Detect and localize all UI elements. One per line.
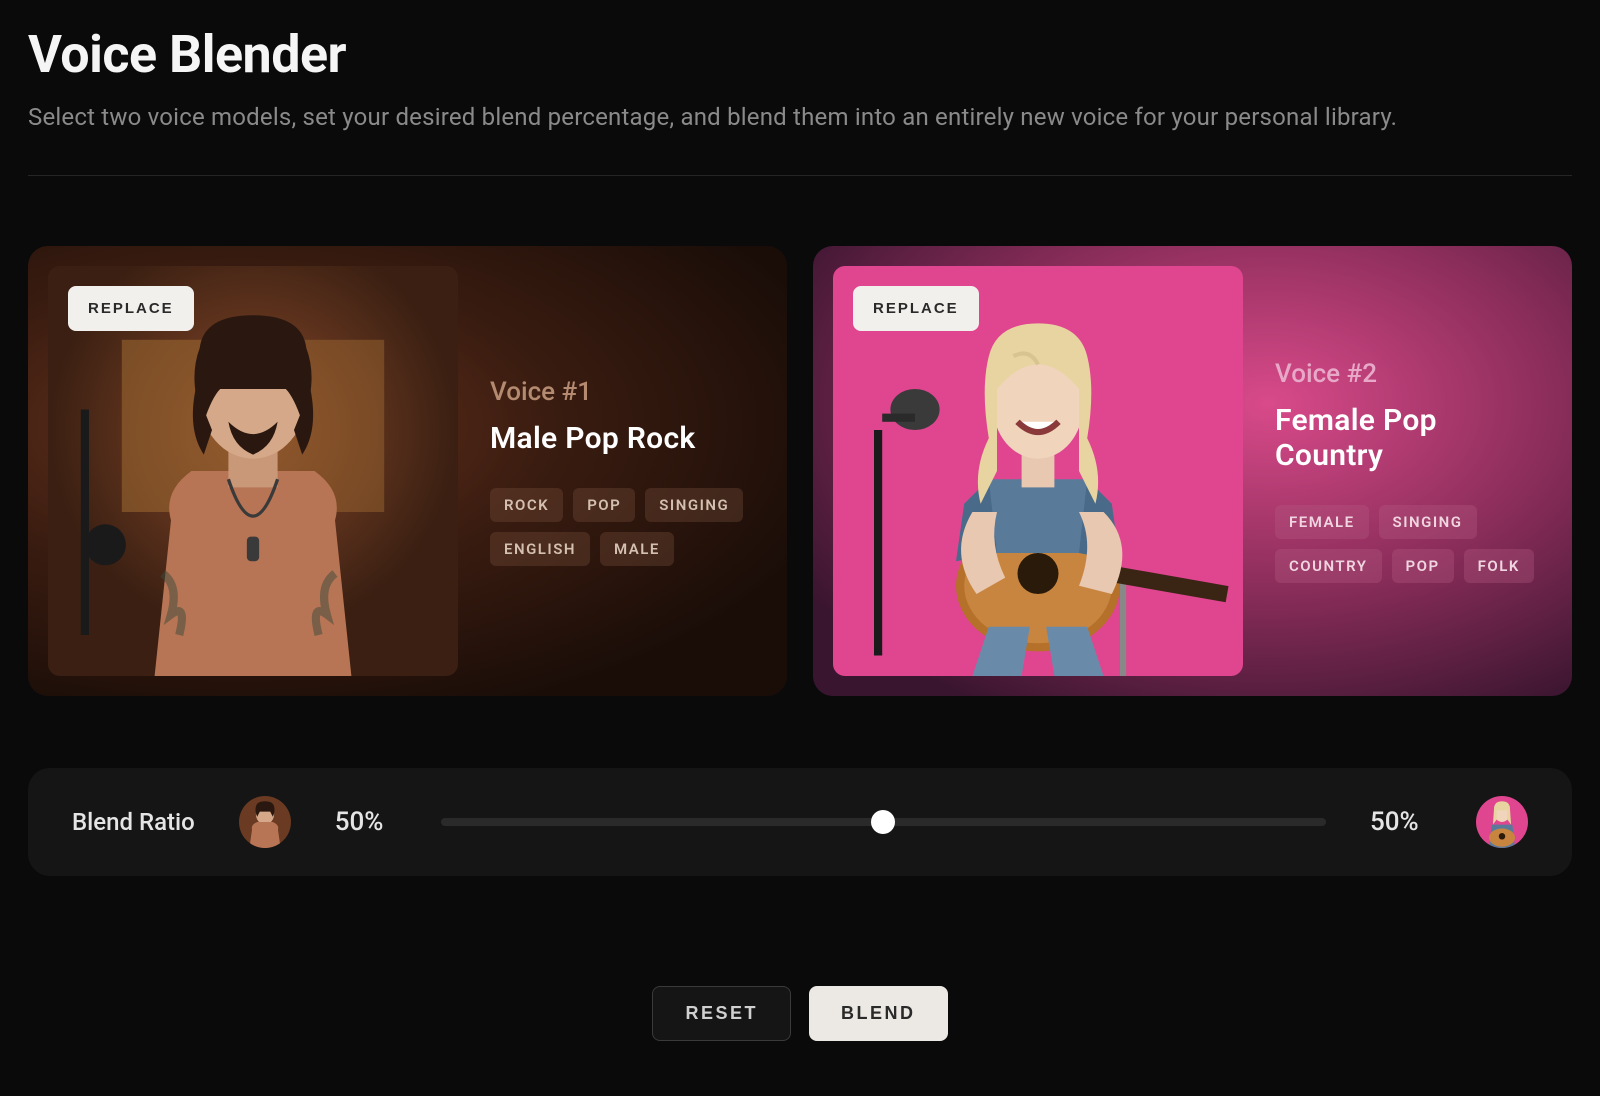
right-percent: 50% xyxy=(1370,807,1432,837)
voice-1-label: Voice #1 xyxy=(490,377,767,407)
voice-1-name: Male Pop Rock xyxy=(490,421,767,456)
blend-button[interactable]: BLEND xyxy=(809,986,948,1041)
voice-2-name: Female Pop Country xyxy=(1275,403,1552,473)
reset-button[interactable]: RESET xyxy=(652,986,791,1041)
blend-ratio-label: Blend Ratio xyxy=(72,808,195,836)
tag: ROCK xyxy=(490,488,563,522)
voice-2-tags: FEMALE SINGING COUNTRY POP FOLK xyxy=(1275,505,1552,583)
page-subtitle: Select two voice models, set your desire… xyxy=(28,103,1572,131)
voice-1-avatar xyxy=(239,796,291,848)
left-percent: 50% xyxy=(335,807,397,837)
tag: POP xyxy=(1392,549,1454,583)
voice-1-image: REPLACE xyxy=(48,266,458,676)
tag: SINGING xyxy=(645,488,743,522)
replace-button-1[interactable]: REPLACE xyxy=(68,286,194,331)
tag: FOLK xyxy=(1464,549,1534,583)
voice-1-info: Voice #1 Male Pop Rock ROCK POP SINGING … xyxy=(490,377,767,566)
tag: MALE xyxy=(600,532,674,566)
blend-slider-thumb[interactable] xyxy=(871,810,895,834)
blend-slider[interactable] xyxy=(441,818,1326,826)
voice-1-tags: ROCK POP SINGING ENGLISH MALE xyxy=(490,488,767,566)
voice-card-1: REPLACE xyxy=(28,246,787,696)
actions-row: RESET BLEND xyxy=(28,986,1572,1041)
tag: POP xyxy=(573,488,635,522)
voice-2-info: Voice #2 Female Pop Country FEMALE SINGI… xyxy=(1275,359,1552,583)
voice-cards-row: REPLACE xyxy=(28,246,1572,696)
tag: FEMALE xyxy=(1275,505,1369,539)
voice-2-avatar xyxy=(1476,796,1528,848)
page-title: Voice Blender xyxy=(28,24,1572,85)
tag: COUNTRY xyxy=(1275,549,1382,583)
blend-ratio-bar: Blend Ratio 50% 50% xyxy=(28,768,1572,876)
voice-2-image: REPLACE xyxy=(833,266,1243,676)
tag: SINGING xyxy=(1379,505,1477,539)
tag: ENGLISH xyxy=(490,532,590,566)
voice-card-2: REPLACE xyxy=(813,246,1572,696)
voice-2-label: Voice #2 xyxy=(1275,359,1552,389)
header-divider xyxy=(28,175,1572,176)
replace-button-2[interactable]: REPLACE xyxy=(853,286,979,331)
